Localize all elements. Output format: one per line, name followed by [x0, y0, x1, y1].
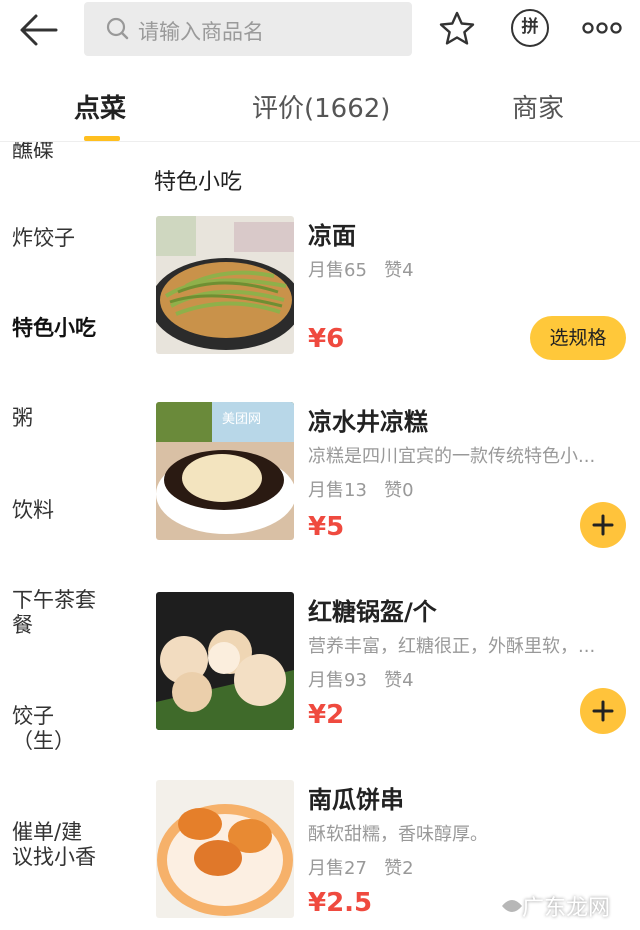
product-item[interactable]: 美团网 凉水井凉糕 凉糕是四川宜宾的一款传统特色小... 月售13 赞0 ¥5 — [156, 402, 640, 548]
product-sales: 月售13 赞0 — [308, 480, 414, 501]
product-sales: 月售65 赞4 — [308, 260, 414, 281]
sidebar-item-fried-dumplings[interactable]: 炸饺子 — [12, 226, 75, 251]
product-price: ¥5 — [308, 512, 345, 542]
tab-merchant[interactable]: 商家 — [512, 88, 564, 125]
select-spec-button[interactable]: 选规格 — [530, 316, 626, 360]
product-name: 凉面 — [308, 222, 356, 250]
search-input[interactable]: 请输入商品名 — [84, 2, 412, 56]
search-icon — [106, 17, 129, 40]
plus-icon — [592, 700, 614, 722]
product-name: 红糖锅盔/个 — [308, 598, 437, 626]
add-to-cart-button[interactable] — [580, 502, 626, 548]
product-name: 凉水井凉糕 — [308, 408, 428, 436]
back-arrow-icon[interactable] — [18, 10, 60, 50]
product-sales: 月售27 赞2 — [308, 858, 414, 879]
sidebar-item-contact[interactable]: 催单/建 议找小香 — [12, 820, 96, 870]
top-bar: 请输入商品名 拼 — [0, 0, 640, 62]
group-buy-button[interactable]: 拼 — [511, 9, 549, 47]
sidebar-item-dipping[interactable]: 醮碟 — [12, 142, 54, 163]
add-to-cart-button[interactable] — [580, 688, 626, 734]
watermark-text: 广东龙网 — [522, 896, 611, 921]
thumb-watermark: 美团网 — [222, 412, 262, 427]
sidebar-item-porridge[interactable]: 粥 — [12, 406, 33, 431]
product-item[interactable]: 凉面 月售65 赞4 ¥6 选规格 — [156, 216, 640, 360]
tab-bar: 点菜 评价(1662) 商家 — [0, 62, 640, 142]
watermark: 广东龙网 — [492, 882, 640, 930]
tab-active-indicator — [84, 136, 120, 141]
product-image — [156, 780, 294, 918]
sidebar-item-raw-dumplings[interactable]: 饺子 （生） — [12, 704, 75, 754]
sidebar-item-snacks[interactable]: 特色小吃 — [12, 316, 96, 341]
section-title: 特色小吃 — [154, 170, 243, 195]
product-price: ¥2 — [308, 700, 345, 730]
tab-order[interactable]: 点菜 — [74, 88, 126, 125]
sidebar-item-drinks[interactable]: 饮料 — [12, 498, 54, 523]
product-description: 凉糕是四川宜宾的一款传统特色小... — [308, 446, 596, 467]
product-name: 南瓜饼串 — [308, 786, 404, 814]
tab-reviews[interactable]: 评价(1662) — [252, 88, 390, 125]
product-image — [156, 216, 294, 354]
star-icon[interactable] — [438, 10, 476, 48]
plus-icon — [592, 514, 614, 536]
product-description: 酥软甜糯，香味醇厚。 — [308, 824, 488, 845]
product-price: ¥6 — [308, 324, 345, 354]
product-description: 营养丰富，红糖很正，外酥里软，... — [308, 636, 596, 657]
product-price: ¥2.5 — [308, 888, 373, 918]
more-icon[interactable] — [582, 18, 622, 38]
product-sales: 月售93 赞4 — [308, 670, 414, 691]
product-image: 美团网 — [156, 402, 294, 540]
category-sidebar: 醮碟 炸饺子 特色小吃 粥 饮料 下午茶套 餐 饺子 （生） 催单/建 议找小香 — [0, 142, 140, 930]
search-placeholder: 请输入商品名 — [138, 20, 264, 44]
product-image — [156, 592, 294, 730]
sidebar-item-afternoon-tea[interactable]: 下午茶套 餐 — [12, 588, 96, 638]
product-item[interactable]: 红糖锅盔/个 营养丰富，红糖很正，外酥里软，... 月售93 赞4 ¥2 — [156, 592, 640, 734]
